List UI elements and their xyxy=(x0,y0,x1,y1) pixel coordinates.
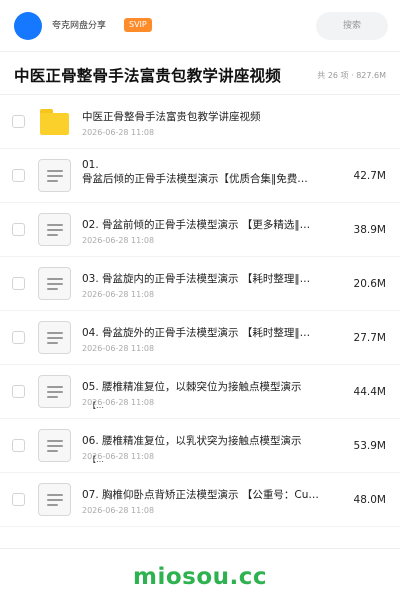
list-item[interactable]: 03. 骨盆旋内的正骨手法模型演示 【耗时整理‖… 2026-06-28 11:… xyxy=(0,257,400,311)
item-size: 20.6M xyxy=(353,278,386,290)
document-icon xyxy=(38,267,71,300)
share-owner-name: 夸克网盘分享 xyxy=(52,21,107,31)
item-size: 42.7M xyxy=(353,170,386,182)
document-icon xyxy=(38,375,71,408)
list-item[interactable]: 中医正骨整骨手法富贵包教学讲座视频 2026-06-28 11:08 xyxy=(0,95,400,149)
document-icon xyxy=(38,159,71,192)
item-name-overflow: 【… xyxy=(88,401,104,410)
folder-icon xyxy=(38,105,71,138)
item-date: 2026-06-28 11:08 xyxy=(82,290,155,299)
search-button[interactable]: 搜索 xyxy=(316,12,388,40)
item-name-overflow: 【… xyxy=(88,455,104,464)
top-bar: 夸克网盘分享 SVIP 搜索 xyxy=(0,0,400,52)
row-checkbox[interactable] xyxy=(12,493,25,506)
item-date: 2026-06-28 11:08 xyxy=(82,236,155,245)
item-name: 06. 腰椎精准复位，以乳状突为接触点模型演示 xyxy=(82,435,302,447)
item-name: 01. 骨盆后倾的正骨手法模型演示【优质合集‖免费… xyxy=(82,158,328,186)
item-date: 2026-06-28 11:08 xyxy=(82,506,155,515)
row-checkbox[interactable] xyxy=(12,439,25,452)
item-name-line-1: 01. xyxy=(82,159,99,171)
list-item[interactable]: 06. 腰椎精准复位，以乳状突为接触点模型演示 2026-06-28 11:08… xyxy=(0,419,400,473)
item-date: 2026-06-28 11:08 xyxy=(82,344,155,353)
row-checkbox[interactable] xyxy=(12,385,25,398)
item-size: 53.9M xyxy=(353,440,386,452)
row-checkbox[interactable] xyxy=(12,115,25,128)
row-checkbox[interactable] xyxy=(12,223,25,236)
row-checkbox[interactable] xyxy=(12,277,25,290)
page-title: 中医正骨整骨手法富贵包教学讲座视频 xyxy=(14,67,281,85)
item-size: 38.9M xyxy=(353,224,386,236)
file-list: 中医正骨整骨手法富贵包教学讲座视频 2026-06-28 11:08 01. 骨… xyxy=(0,95,400,527)
list-item[interactable]: 01. 骨盆后倾的正骨手法模型演示【优质合集‖免费… 42.7M xyxy=(0,149,400,203)
item-name-line-2: 骨盆后倾的正骨手法模型演示【优质合集‖免费… xyxy=(82,173,308,185)
item-size: 27.7M xyxy=(353,332,386,344)
item-name: 04. 骨盆旋外的正骨手法模型演示 【耗时整理‖… xyxy=(82,327,311,339)
item-name: 05. 腰椎精准复位，以棘突位为接触点模型演示 xyxy=(82,381,302,393)
item-name: 03. 骨盆旋内的正骨手法模型演示 【耗时整理‖… xyxy=(82,273,311,285)
svip-badge: SVIP xyxy=(124,18,152,32)
list-item[interactable]: 05. 腰椎精准复位，以棘突位为接触点模型演示 2026-06-28 11:08… xyxy=(0,365,400,419)
item-name: 07. 胸椎仰卧点背矫正法模型演示 【公重号：Cu… xyxy=(82,489,319,501)
avatar[interactable] xyxy=(14,12,42,40)
item-name: 02. 骨盆前倾的正骨手法模型演示 【更多精选‖… xyxy=(82,219,311,231)
document-icon xyxy=(38,429,71,462)
item-size: 48.0M xyxy=(353,494,386,506)
list-item[interactable]: 07. 胸椎仰卧点背矫正法模型演示 【公重号：Cu… 2026-06-28 11… xyxy=(0,473,400,527)
document-icon xyxy=(38,483,71,516)
item-size: 44.4M xyxy=(353,386,386,398)
list-item[interactable]: 04. 骨盆旋外的正骨手法模型演示 【耗时整理‖… 2026-06-28 11:… xyxy=(0,311,400,365)
watermark: miosou.cc xyxy=(132,564,268,590)
item-date: 2026-06-28 11:08 xyxy=(82,128,155,137)
item-name: 中医正骨整骨手法富贵包教学讲座视频 xyxy=(82,111,261,123)
document-icon xyxy=(38,321,71,354)
folder-meta: 共 26 项 · 827.6M xyxy=(317,71,386,80)
row-checkbox[interactable] xyxy=(12,331,25,344)
document-icon xyxy=(38,213,71,246)
list-item[interactable]: 02. 骨盆前倾的正骨手法模型演示 【更多精选‖… 2026-06-28 11:… xyxy=(0,203,400,257)
row-checkbox[interactable] xyxy=(12,169,25,182)
